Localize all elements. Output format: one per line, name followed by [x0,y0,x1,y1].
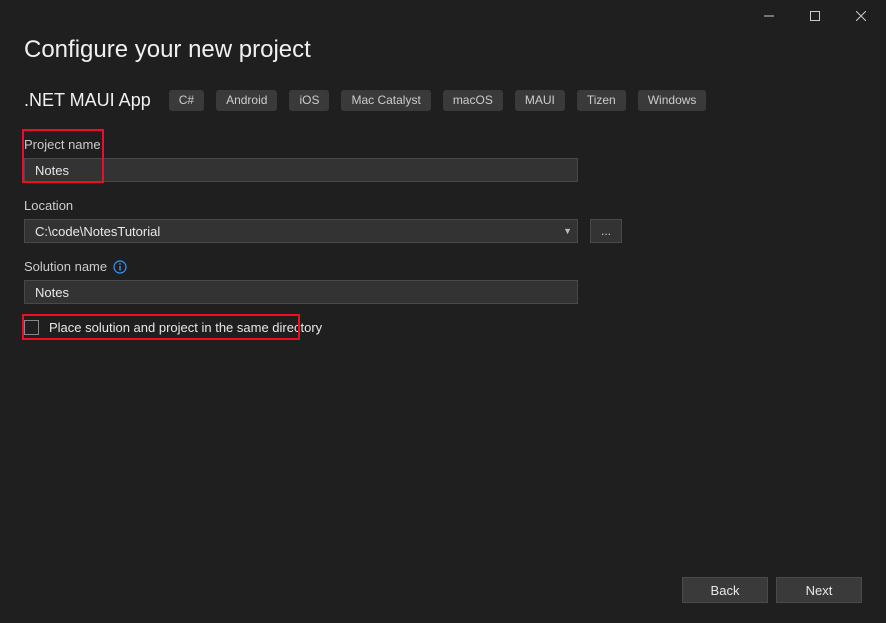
maximize-icon [810,11,820,21]
tag-tizen: Tizen [577,90,626,110]
back-button[interactable]: Back [682,577,768,603]
tag-macos: macOS [443,90,503,110]
template-name: .NET MAUI App [24,90,151,111]
tag-ios: iOS [289,90,329,110]
solution-name-input[interactable] [24,280,578,304]
same-directory-row: Place solution and project in the same d… [24,320,862,335]
location-input[interactable] [24,219,578,243]
location-select-wrap: ▼ [24,219,578,243]
page-title: Configure your new project [24,36,862,64]
project-name-input[interactable] [24,158,578,182]
tag-maui: MAUI [515,90,565,110]
location-row: ▼ ... [24,219,862,243]
window-titlebar [0,0,886,32]
close-icon [856,11,866,21]
dialog-footer: Back Next [682,577,862,603]
tag-windows: Windows [638,90,707,110]
location-label: Location [24,198,862,213]
dialog-content: Configure your new project .NET MAUI App… [0,32,886,335]
info-icon[interactable] [113,260,127,274]
location-group: Location ▼ ... [24,198,862,243]
project-name-group: Project name [24,137,862,182]
minimize-button[interactable] [746,1,792,31]
next-button[interactable]: Next [776,577,862,603]
tag-csharp: C# [169,90,204,110]
close-button[interactable] [838,1,884,31]
template-info-row: .NET MAUI App C# Android iOS Mac Catalys… [24,90,862,111]
solution-name-label-text: Solution name [24,259,107,274]
same-directory-checkbox[interactable] [24,320,39,335]
solution-name-label: Solution name [24,259,862,274]
solution-name-group: Solution name [24,259,862,304]
minimize-icon [764,11,774,21]
browse-button[interactable]: ... [590,219,622,243]
project-name-label: Project name [24,137,862,152]
tag-android: Android [216,90,277,110]
tag-maccatalyst: Mac Catalyst [341,90,430,110]
same-directory-label: Place solution and project in the same d… [49,320,322,335]
maximize-button[interactable] [792,1,838,31]
